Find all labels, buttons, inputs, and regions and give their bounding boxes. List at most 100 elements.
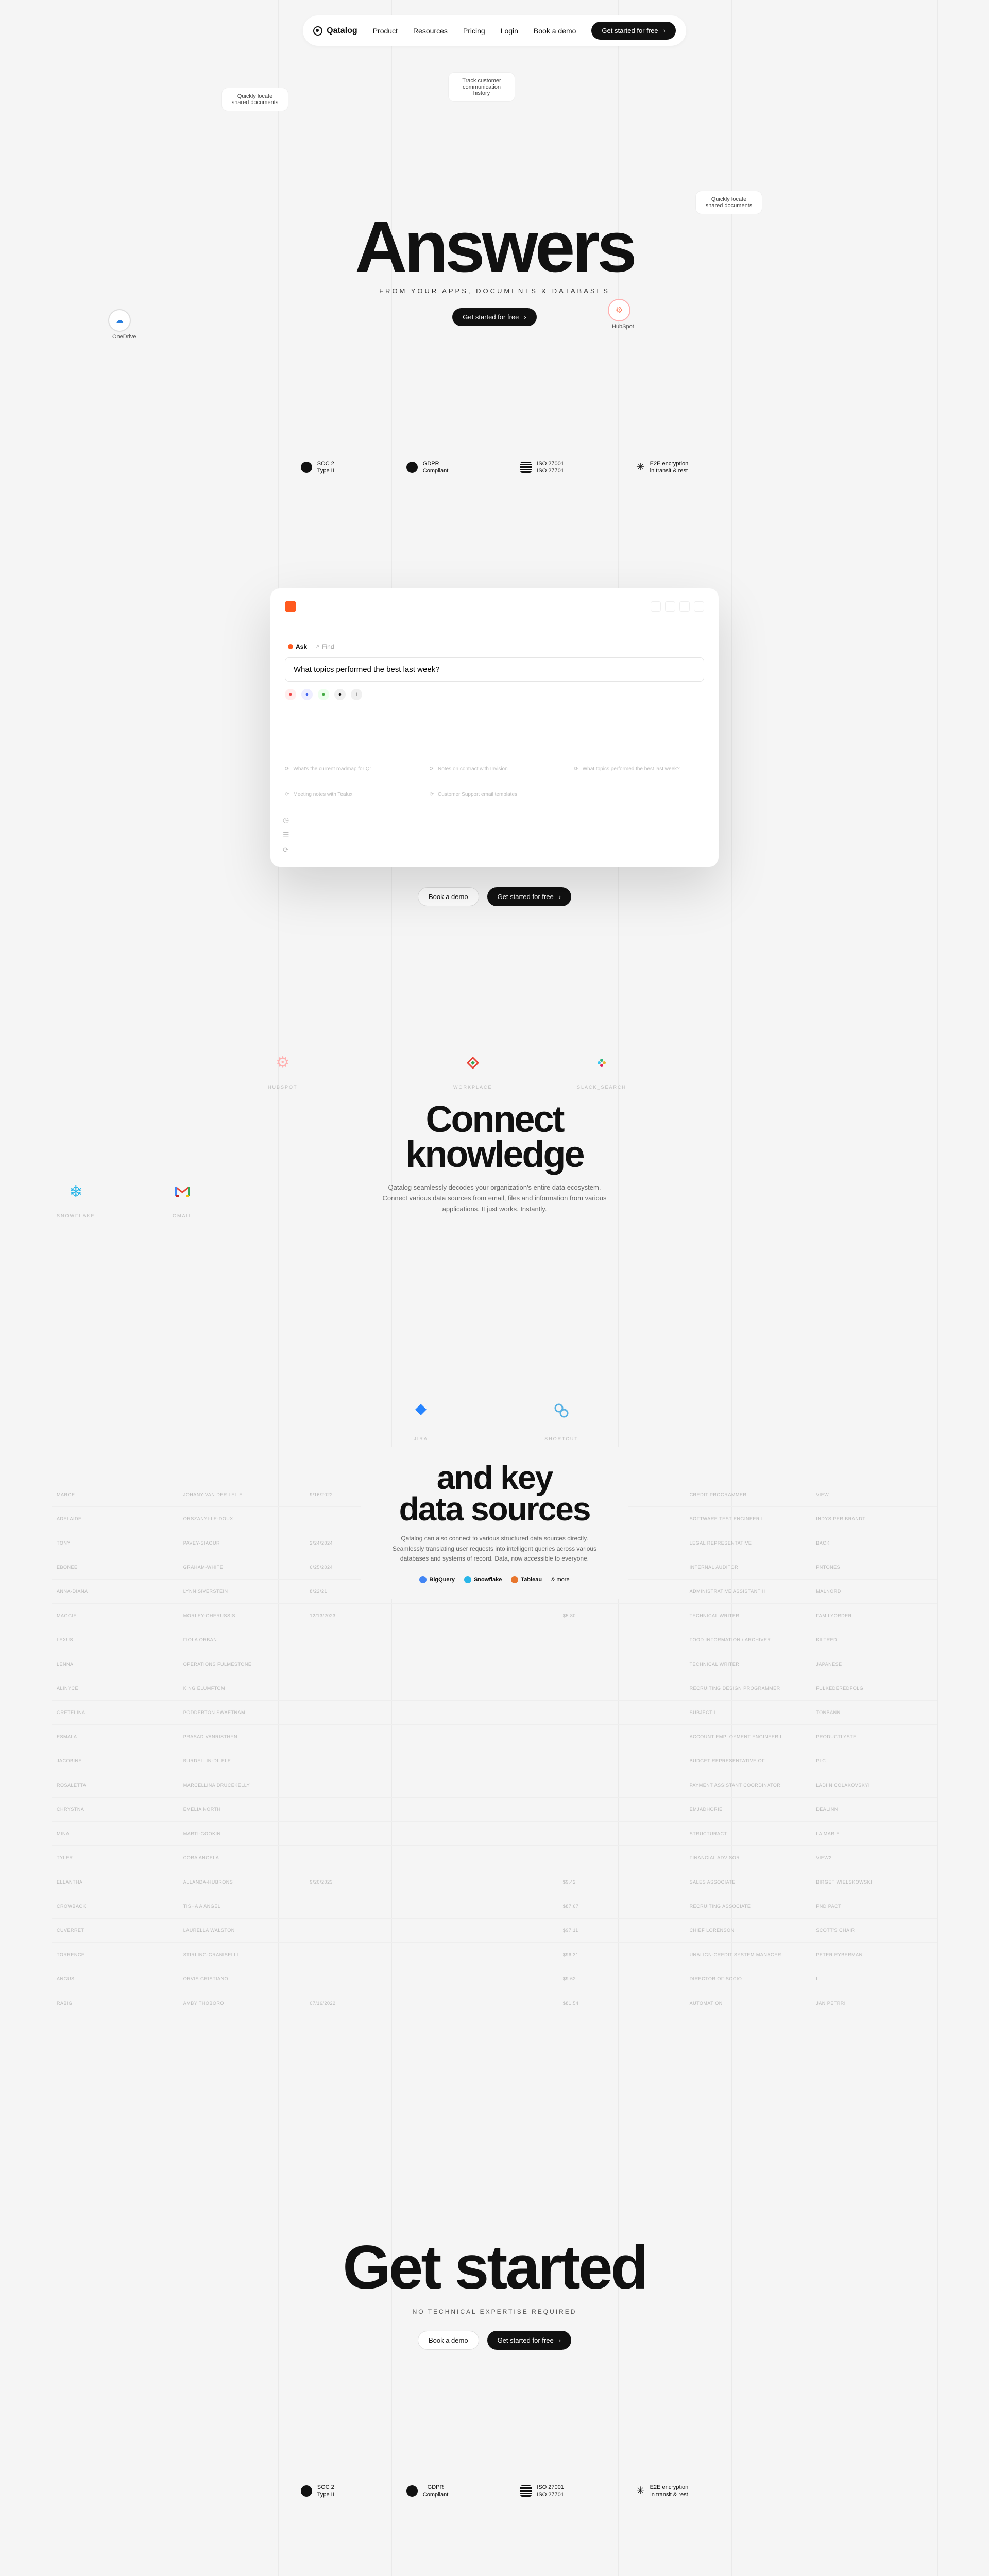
encryption-icon: ✳	[636, 2484, 645, 2498]
tool-1-icon[interactable]	[651, 601, 661, 612]
source-chip-1[interactable]: ●	[285, 689, 296, 700]
suggestion-item[interactable]: ⟳Meeting notes with Tealux	[285, 788, 415, 804]
tool-3-icon[interactable]	[679, 601, 690, 612]
table-row: ALINYCEKING ELUMFTOMRECRUITING DESIGN PR…	[52, 1676, 937, 1701]
soc2-icon	[301, 462, 312, 473]
query-demo-section: Ask ⌕Find ● ● ● ● + ⟳What's the current …	[0, 516, 989, 958]
table-row: JACOBINEBURDELLIN-DILELEBUDGET REPRESENT…	[52, 1749, 937, 1773]
badge-iso: ISO 27001ISO 27701	[520, 460, 564, 475]
tag-more: & more	[551, 1577, 569, 1583]
source-chip-2[interactable]: ●	[301, 689, 313, 700]
nav-product[interactable]: Product	[373, 27, 398, 35]
tab-ask[interactable]: Ask	[288, 643, 307, 650]
tool-4-icon[interactable]	[694, 601, 704, 612]
soc2-icon	[301, 2485, 312, 2497]
nav-pricing[interactable]: Pricing	[463, 27, 485, 35]
tag-snowflake: Snowflake	[464, 1576, 502, 1583]
table-row: CROWBACKTISHA A ANGEL$87.67RECRUITING AS…	[52, 1894, 937, 1919]
gmail-integration-icon	[170, 1179, 195, 1204]
compliance-badges: SOC 2Type II GDPRCompliant ISO 27001ISO …	[0, 378, 989, 516]
connect-title: Connectknowledge	[0, 1102, 989, 1173]
hero-cta-button[interactable]: Get started for free	[452, 308, 536, 326]
slack-integration-icon	[589, 1050, 614, 1075]
nav-resources[interactable]: Resources	[413, 27, 448, 35]
badge-encryption: ✳ E2E encryptionin transit & rest	[636, 460, 688, 475]
logo[interactable]: Qatalog	[313, 26, 357, 36]
getstarted-subtitle: NO TECHNICAL EXPERTISE REQUIRED	[0, 2308, 989, 2315]
badge-encryption-2: ✳E2E encryptionin transit & rest	[636, 2484, 688, 2499]
suggestion-item[interactable]: ⟳Notes on contract with Invision	[430, 762, 560, 778]
callout-documents: Quickly locate shared documents	[221, 88, 288, 111]
bookmark-icon[interactable]: ☰	[283, 831, 289, 839]
table-row: ANGUSORVIS GRISTIANO$9.62DIRECTOR OF SOC…	[52, 1967, 937, 1991]
header-pill: Qatalog Product Resources Pricing Login …	[303, 15, 686, 46]
table-row: TYLERCORA ANGELAFINANCIAL ADVISORVIEW2	[52, 1846, 937, 1870]
snowflake-tag-icon	[464, 1576, 471, 1583]
gdpr-icon	[406, 462, 418, 473]
badge-soc2-2: SOC 2Type II	[301, 2484, 334, 2499]
app-logo-icon	[285, 601, 296, 612]
table-row: MINAMARTI-GOOKINSTRUCTURACTLA MARIE	[52, 1822, 937, 1846]
hubspot-integration-icon: ⚙	[270, 1050, 295, 1075]
source-chip-3[interactable]: ●	[318, 689, 329, 700]
table-row: TORRENCESTIRLING-GRANISELLI$96.31UNALIGN…	[52, 1943, 937, 1967]
suggestion-item[interactable]: ⟳Customer Support email templates	[430, 788, 560, 804]
suggestion-item[interactable]: ⟳What's the current roadmap for Q1	[285, 762, 415, 778]
source-chip-4[interactable]: ●	[334, 689, 346, 700]
nav-login[interactable]: Login	[501, 27, 518, 35]
suggestion-list: ⟳What's the current roadmap for Q1 ⟳Notes…	[285, 762, 704, 804]
callout-documents-2: Quickly locate shared documents	[695, 191, 762, 214]
table-row: RABIGAMBY THOBORO07/16/2022$81.54AUTOMAT…	[52, 1991, 937, 2015]
hubspot-icon: ⚙	[608, 299, 630, 321]
window-tools	[651, 601, 704, 612]
hero-subtitle: FROM YOUR APPS, DOCUMENTS & DATABASES	[0, 287, 989, 295]
encryption-icon: ✳	[636, 461, 645, 474]
gs-start-button[interactable]: Get started for free	[487, 2331, 571, 2350]
snowflake-integration-icon: ❄	[63, 1179, 88, 1204]
header: Qatalog Product Resources Pricing Login …	[0, 0, 989, 56]
search-icon: ⌕	[316, 643, 319, 650]
ask-dot-icon	[288, 644, 293, 649]
gs-demo-button[interactable]: Book a demo	[418, 2331, 479, 2350]
datasources-description: Qatalog can also connect to various stru…	[391, 1534, 598, 1564]
tag-bigquery: BigQuery	[419, 1576, 455, 1583]
start-button[interactable]: Get started for free	[487, 887, 571, 906]
badge-gdpr: GDPRCompliant	[406, 460, 449, 475]
query-window: Ask ⌕Find ● ● ● ● + ⟳What's the current …	[270, 588, 719, 867]
table-row: CUVERRETLAURELLA WALSTON$97.11CHIEF LORE…	[52, 1919, 937, 1943]
table-row: LEXUSFIOLA ORBANFOOD INFORMATION / ARCHI…	[52, 1628, 937, 1652]
history-icon[interactable]: ⟳	[283, 845, 289, 854]
badge-iso-2: ISO 27001ISO 27701	[520, 2484, 564, 2499]
suggestion-item[interactable]: ⟳What topics performed the best last wee…	[574, 762, 704, 778]
workplace-integration-icon	[461, 1050, 485, 1075]
logo-icon	[313, 26, 322, 36]
nav-cta-button[interactable]: Get started for free	[591, 22, 675, 40]
tableau-icon	[511, 1576, 518, 1583]
table-row: GRETELINAPODDERTON SWAETNAMSUBJECT ITONB…	[52, 1701, 937, 1725]
table-row: MAGGIEMORLEY-GHERUSSIS12/13/2023$5.80TEC…	[52, 1604, 937, 1628]
shortcut-integration-icon	[551, 1400, 572, 1421]
nav-book-demo[interactable]: Book a demo	[534, 27, 576, 35]
demo-button[interactable]: Book a demo	[418, 887, 479, 906]
hero-title: Answers	[0, 211, 989, 283]
add-source-chip[interactable]: +	[351, 689, 362, 700]
onedrive-icon: ☁	[108, 309, 131, 332]
getstarted-section: Get started NO TECHNICAL EXPERTISE REQUI…	[0, 2088, 989, 2576]
tool-2-icon[interactable]	[665, 601, 675, 612]
datasources-overlay: and keydata sources Qatalog can also con…	[361, 1447, 628, 1599]
connect-section: ⚙HUBSPOT WORKPLACE SLACK_SEARCH ❄SNOWFLA…	[0, 958, 989, 1266]
table-row: ESMALAPRASAD VANRISTHYNACCOUNT EMPLOYMEN…	[52, 1725, 937, 1749]
hero: Answers FROM YOUR APPS, DOCUMENTS & DATA…	[0, 56, 989, 378]
table-row: CHRYSTNAEMELIA NORTHEMJADHORIEDEALINN	[52, 1798, 937, 1822]
query-input[interactable]	[285, 657, 704, 682]
tag-tableau: Tableau	[511, 1576, 542, 1583]
badge-soc2: SOC 2Type II	[301, 460, 334, 475]
jira-integration-icon	[411, 1400, 431, 1421]
tab-find[interactable]: ⌕Find	[316, 643, 334, 650]
clock-icon[interactable]: ◷	[283, 816, 289, 824]
datasources-section: JIRA SHORTCUT MARGEJOHANY-VAN DER LELIE9…	[0, 1266, 989, 2088]
table-row: ROSALETTAMARCELLINA DRUCEKELLYPAYMENT AS…	[52, 1773, 937, 1798]
gdpr-icon	[406, 2485, 418, 2497]
bigquery-icon	[419, 1576, 427, 1583]
table-row: LENNAOPERATIONS FULMESTONETECHNICAL WRIT…	[52, 1652, 937, 1676]
